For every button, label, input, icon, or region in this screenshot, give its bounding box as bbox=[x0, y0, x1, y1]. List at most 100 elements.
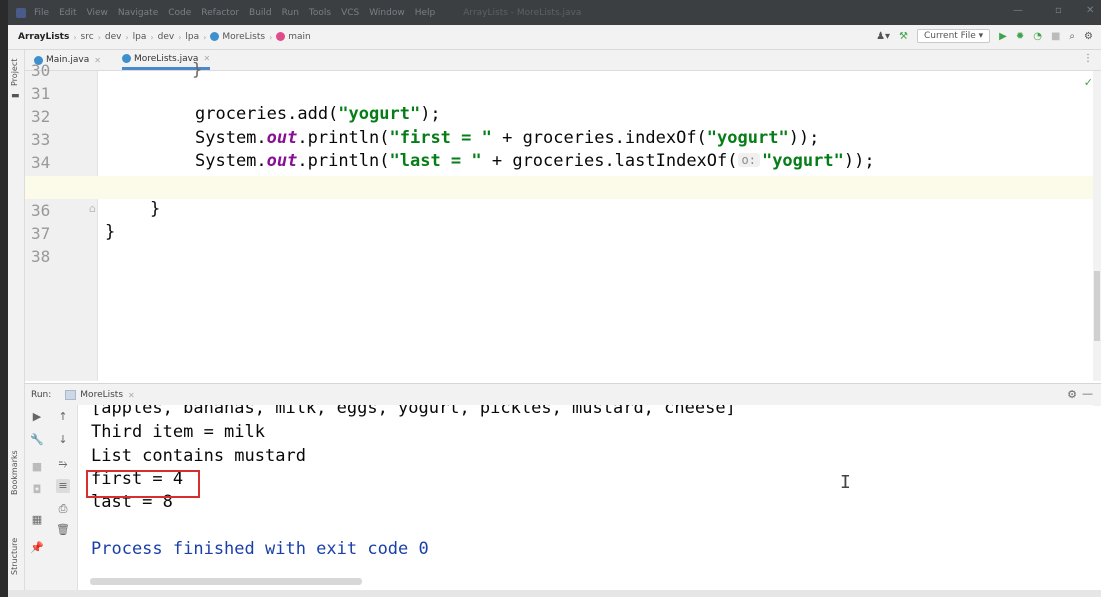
method-icon bbox=[276, 32, 286, 41]
menu-edit[interactable]: Edit bbox=[59, 8, 76, 18]
line-number: 36 bbox=[31, 201, 51, 220]
project-tool-label[interactable]: Project bbox=[10, 59, 19, 86]
chevron-right-icon: › bbox=[125, 32, 129, 42]
menu-window[interactable]: Window bbox=[369, 8, 405, 18]
settings-icon[interactable]: ⚙ bbox=[1067, 388, 1077, 401]
menu-run[interactable]: Run bbox=[282, 8, 299, 18]
line-number-gutter: 30 31 32 33 34 35 36 37 38 ⌂ bbox=[25, 61, 98, 381]
console-horizontal-scrollbar[interactable] bbox=[90, 578, 362, 585]
parameter-hint: o: bbox=[737, 153, 760, 167]
scrollbar-thumb[interactable] bbox=[1094, 271, 1100, 341]
structure-tool-label[interactable]: Structure bbox=[10, 538, 19, 575]
breadcrumb-method[interactable]: main bbox=[276, 32, 311, 42]
run-configuration-label: Current File bbox=[924, 31, 976, 41]
hide-panel-icon[interactable]: — bbox=[1082, 387, 1093, 400]
coverage-icon[interactable]: ◔ bbox=[1033, 31, 1042, 42]
stop-icon[interactable]: ■ bbox=[30, 460, 44, 474]
no-problems-check-icon[interactable]: ✓ bbox=[1084, 76, 1093, 89]
app-icon bbox=[16, 7, 26, 18]
menu-help[interactable]: Help bbox=[415, 8, 436, 18]
breadcrumb-dev-2[interactable]: dev bbox=[158, 32, 175, 42]
code-token: + groceries.indexOf( bbox=[491, 128, 707, 148]
frame-left bbox=[0, 0, 8, 597]
menu-view[interactable]: View bbox=[87, 8, 108, 18]
breadcrumb-class-label: MoreLists bbox=[222, 32, 266, 42]
toolbar-right: ♟▾ ⚒ Current File ▾ ▶ ✹ ◔ ■ ⌕ ⚙ bbox=[876, 29, 1093, 43]
rerun-icon[interactable]: ▶ bbox=[30, 410, 44, 424]
breadcrumb-method-label: main bbox=[288, 32, 311, 42]
code-token: System. bbox=[195, 151, 267, 171]
code-token: .println( bbox=[297, 128, 390, 148]
closing-brace-partial: } bbox=[192, 60, 203, 80]
breadcrumb-lpa-2[interactable]: lpa bbox=[185, 32, 199, 42]
breadcrumb-class[interactable]: MoreLists bbox=[210, 32, 265, 42]
console-line: Third item = milk bbox=[91, 422, 265, 442]
closing-brace: } bbox=[150, 199, 161, 219]
breadcrumb-project[interactable]: ArrayLists bbox=[18, 32, 69, 42]
text-cursor-icon: I bbox=[840, 472, 851, 493]
soft-wrap-icon[interactable]: ⥱ bbox=[56, 457, 70, 471]
maximize-icon[interactable]: ▫ bbox=[1055, 5, 1062, 16]
bookmarks-tool-label[interactable]: Bookmarks bbox=[10, 450, 19, 495]
code-string: "yogurt" bbox=[706, 128, 789, 148]
annotation-highlight-box bbox=[86, 470, 200, 498]
run-label: Run: bbox=[31, 390, 52, 400]
run-tab-label[interactable]: MoreLists bbox=[80, 390, 123, 400]
menu-bar: File Edit View Navigate Code Refactor Bu… bbox=[8, 0, 1101, 25]
menu-build[interactable]: Build bbox=[249, 8, 272, 18]
user-icon[interactable]: ♟▾ bbox=[876, 31, 890, 42]
pin-icon[interactable]: 📌 bbox=[30, 541, 44, 555]
wrench-icon[interactable]: 🔧 bbox=[30, 433, 44, 447]
code-token: ); bbox=[420, 104, 441, 124]
line-number: 30 bbox=[31, 61, 51, 80]
scroll-up-icon[interactable]: ↑ bbox=[56, 410, 70, 424]
chevron-right-icon: › bbox=[269, 32, 273, 42]
settings-icon[interactable]: ⚙ bbox=[1084, 31, 1093, 42]
fold-icon[interactable]: ⌂ bbox=[89, 202, 96, 215]
code-token: + groceries.lastIndexOf( bbox=[481, 151, 738, 171]
menu-tools[interactable]: Tools bbox=[309, 8, 331, 18]
more-options-icon[interactable]: ⋮ bbox=[1083, 53, 1093, 64]
chevron-right-icon: › bbox=[73, 32, 77, 42]
code-token: .println( bbox=[297, 151, 390, 171]
scroll-to-end-icon[interactable]: ≡ bbox=[56, 479, 70, 493]
layout-icon[interactable]: ▦ bbox=[30, 513, 44, 527]
class-icon bbox=[122, 54, 131, 63]
trash-icon[interactable]: 🗑 bbox=[56, 523, 70, 537]
editor-scrollbar[interactable] bbox=[1093, 71, 1101, 381]
scroll-down-icon[interactable]: ↓ bbox=[56, 433, 70, 447]
process-exit-message: Process finished with exit code 0 bbox=[91, 539, 429, 559]
camera-icon[interactable]: ◘ bbox=[30, 483, 44, 497]
close-tab-icon[interactable]: ✕ bbox=[94, 56, 101, 65]
close-run-tab-icon[interactable]: ✕ bbox=[128, 391, 135, 400]
console-icon bbox=[65, 390, 77, 400]
menu-file[interactable]: File bbox=[34, 8, 49, 18]
breadcrumb-src[interactable]: src bbox=[81, 32, 94, 42]
minimize-icon[interactable]: — bbox=[1013, 5, 1023, 16]
code-token: groceries.add( bbox=[195, 104, 339, 124]
debug-icon[interactable]: ✹ bbox=[1016, 31, 1024, 42]
breadcrumb-lpa[interactable]: lpa bbox=[133, 32, 147, 42]
close-tab-icon[interactable]: ✕ bbox=[203, 54, 210, 63]
run-icon[interactable]: ▶ bbox=[999, 31, 1007, 42]
line-number: 32 bbox=[31, 107, 51, 126]
run-configuration-select[interactable]: Current File ▾ bbox=[917, 29, 991, 43]
code-token: )); bbox=[788, 128, 820, 148]
class-icon bbox=[210, 32, 220, 41]
stop-icon[interactable]: ■ bbox=[1051, 31, 1060, 42]
menu-refactor[interactable]: Refactor bbox=[201, 8, 239, 18]
line-number: 37 bbox=[31, 224, 51, 243]
console-output[interactable]: [apples, bananas, milk, eggs, yogurt, pi… bbox=[78, 405, 1093, 597]
menu-vcs[interactable]: VCS bbox=[341, 8, 359, 18]
build-hammer-icon[interactable]: ⚒ bbox=[899, 31, 908, 42]
console-line: List contains mustard bbox=[91, 446, 306, 466]
menu-code[interactable]: Code bbox=[168, 8, 191, 18]
folder-icon[interactable]: ▬ bbox=[11, 91, 20, 101]
breadcrumb-dev[interactable]: dev bbox=[105, 32, 122, 42]
code-keyword: out bbox=[266, 128, 298, 148]
print-icon[interactable]: ⎙ bbox=[56, 502, 70, 516]
menu-navigate[interactable]: Navigate bbox=[118, 8, 158, 18]
line-number: 38 bbox=[31, 247, 51, 266]
close-icon[interactable]: ✕ bbox=[1086, 5, 1094, 16]
search-icon[interactable]: ⌕ bbox=[1069, 31, 1075, 42]
